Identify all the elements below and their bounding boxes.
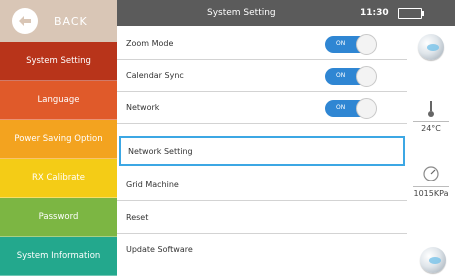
sidebar-item-label: RX Calibrate <box>32 173 85 183</box>
setting-label: Network Setting <box>128 146 193 156</box>
sidebar-item-system-information[interactable]: System Information <box>0 237 117 276</box>
toggle-state: ON <box>336 104 346 111</box>
setting-row-update-software[interactable]: Update Software <box>117 233 407 265</box>
sidebar-item-label: Password <box>38 212 79 222</box>
battery-tip <box>422 11 424 16</box>
settings-list: Zoom Mode ON Calendar Sync ON Network ON… <box>117 26 407 277</box>
sidebar-item-label: System Setting <box>26 56 91 66</box>
page-title: System Setting <box>207 8 276 18</box>
setting-row-network: Network ON <box>117 92 407 124</box>
sidebar-item-language[interactable]: Language <box>0 81 117 120</box>
sidebar-item-label: Power Saving Option <box>14 134 103 144</box>
calendar-sync-toggle[interactable]: ON <box>325 66 377 87</box>
setting-row-zoom-mode: Zoom Mode ON <box>117 28 407 60</box>
battery-icon <box>398 8 422 19</box>
sidebar-item-system-setting[interactable]: System Setting <box>0 42 117 81</box>
divider <box>413 186 449 187</box>
toggle-knob <box>356 34 377 55</box>
setting-label: Reset <box>126 213 149 222</box>
setting-row-calendar-sync: Calendar Sync ON <box>117 60 407 92</box>
network-toggle[interactable]: ON <box>325 98 377 119</box>
globe-icon[interactable] <box>420 247 446 273</box>
setting-row-reset[interactable]: Reset <box>117 202 407 234</box>
sidebar-item-label: Language <box>37 95 80 105</box>
setting-row-network-setting[interactable]: Network Setting <box>119 136 405 166</box>
sidebar-item-power-saving[interactable]: Power Saving Option <box>0 120 117 159</box>
divider <box>413 121 449 122</box>
sidebar-item-rx-calibrate[interactable]: RX Calibrate <box>0 159 117 198</box>
back-button[interactable]: BACK <box>0 0 117 42</box>
right-panel: 24°C 1015KPa <box>407 26 455 277</box>
sidebar-item-label: System Information <box>16 251 101 261</box>
globe-icon[interactable] <box>418 34 444 60</box>
setting-label: Network <box>126 103 160 112</box>
thermometer-icon <box>428 101 434 117</box>
sidebar-item-password[interactable]: Password <box>0 198 117 237</box>
barometer-icon <box>423 166 439 181</box>
toggle-knob <box>356 98 377 119</box>
back-arrow-icon <box>12 8 38 34</box>
temperature-reading: 24°C <box>421 124 441 133</box>
toggle-state: ON <box>336 72 346 79</box>
setting-label: Update Software <box>126 244 193 254</box>
header-bar: System Setting 11:30 <box>117 0 455 26</box>
setting-row-grid-machine[interactable]: Grid Machine <box>117 169 407 201</box>
setting-label: Zoom Mode <box>126 39 174 48</box>
clock: 11:30 <box>360 8 389 18</box>
toggle-state: ON <box>336 40 346 47</box>
setting-label: Calendar Sync <box>126 71 184 80</box>
zoom-mode-toggle[interactable]: ON <box>325 34 377 55</box>
sidebar: BACK System Setting Language Power Savin… <box>0 0 117 277</box>
setting-label: Grid Machine <box>126 180 179 189</box>
pressure-reading: 1015KPa <box>413 189 449 198</box>
toggle-knob <box>356 66 377 87</box>
back-label: BACK <box>54 14 88 28</box>
